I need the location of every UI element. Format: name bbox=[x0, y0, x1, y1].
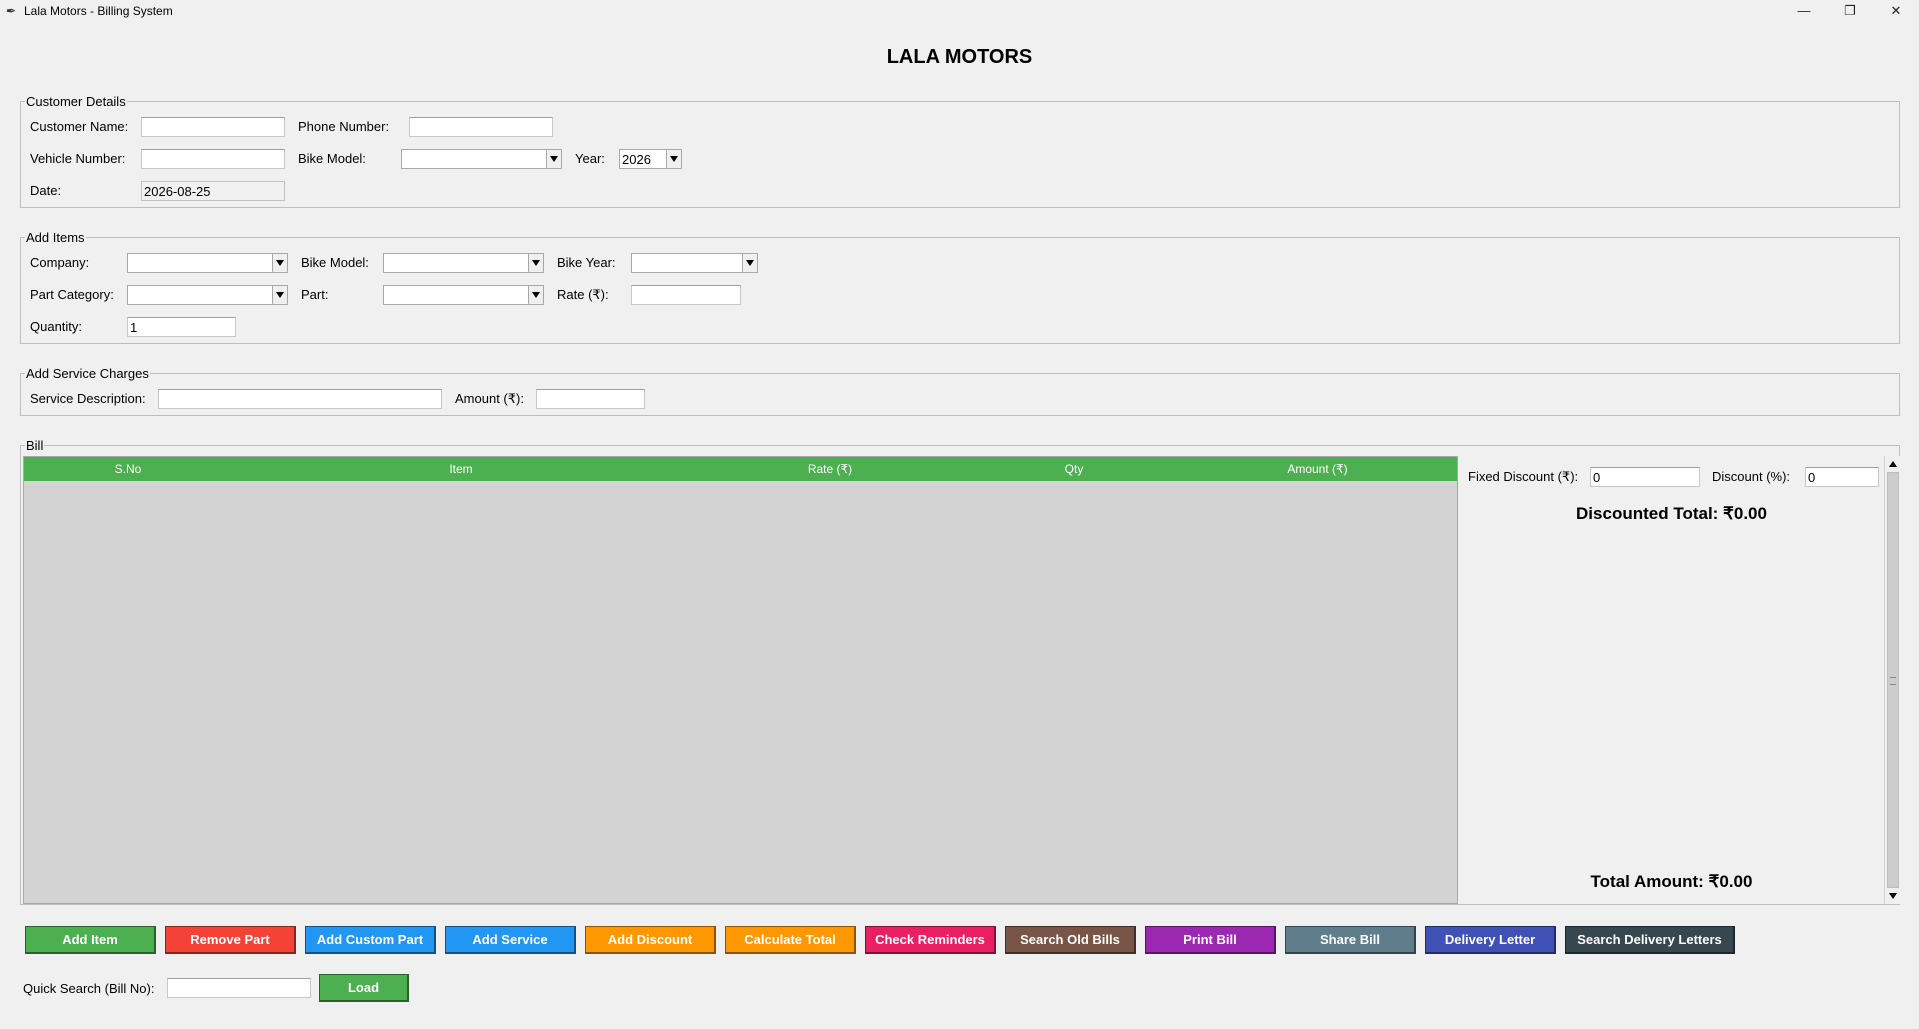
bike-model-combobox[interactable] bbox=[401, 149, 562, 169]
year-combobox[interactable]: 2026 bbox=[619, 149, 682, 169]
scroll-down-arrow-icon[interactable] bbox=[1887, 890, 1899, 902]
discount-percent-input[interactable] bbox=[1805, 467, 1879, 487]
customer-name-input[interactable] bbox=[141, 117, 285, 137]
column-header-sno[interactable]: S.No bbox=[24, 457, 232, 481]
part-category-combobox[interactable] bbox=[127, 285, 288, 305]
discount-percent-label: Discount (%): bbox=[1712, 469, 1791, 484]
bike-year-label: Bike Year: bbox=[557, 255, 616, 270]
column-header-qty[interactable]: Qty bbox=[970, 457, 1178, 481]
vehicle-number-input[interactable] bbox=[141, 149, 285, 169]
discounted-total: Discounted Total: ₹0.00 bbox=[1576, 504, 1767, 523]
close-button[interactable]: ✕ bbox=[1873, 0, 1919, 22]
check-reminders-button[interactable]: Check Reminders bbox=[865, 926, 996, 954]
part-combobox[interactable] bbox=[383, 285, 544, 305]
bill-table-header: S.No Item Rate (₹) Qty Amount (₹) bbox=[24, 457, 1457, 481]
company-label: Company: bbox=[30, 255, 90, 270]
date-field bbox=[141, 181, 285, 201]
column-header-item[interactable]: Item bbox=[232, 457, 690, 481]
vertical-scrollbar[interactable] bbox=[1884, 456, 1900, 904]
print-bill-button[interactable]: Print Bill bbox=[1145, 926, 1276, 954]
item-bike-model-label: Bike Model: bbox=[301, 255, 369, 270]
add-discount-button[interactable]: Add Discount bbox=[585, 926, 716, 954]
search-delivery-letters-button[interactable]: Search Delivery Letters bbox=[1565, 926, 1735, 954]
service-description-label: Service Description: bbox=[30, 391, 146, 406]
chevron-down-icon[interactable] bbox=[272, 286, 287, 304]
chevron-down-icon[interactable] bbox=[528, 254, 543, 272]
bike-model-label: Bike Model: bbox=[298, 151, 366, 166]
quick-search-label: Quick Search (Bill No): bbox=[23, 981, 155, 996]
customer-details-legend: Customer Details bbox=[26, 94, 126, 109]
service-amount-label: Amount (₹): bbox=[455, 391, 524, 406]
quick-search-input[interactable] bbox=[167, 978, 311, 998]
load-button[interactable]: Load bbox=[319, 974, 409, 1002]
customer-name-label: Customer Name: bbox=[30, 119, 129, 134]
chevron-down-icon[interactable] bbox=[272, 254, 287, 272]
column-header-rate[interactable]: Rate (₹) bbox=[690, 457, 970, 481]
share-bill-button[interactable]: Share Bill bbox=[1285, 926, 1416, 954]
totals-panel: Fixed Discount (₹): Discount (%): Discou… bbox=[1460, 456, 1883, 904]
delivery-letter-button[interactable]: Delivery Letter bbox=[1425, 926, 1556, 954]
scrollbar-thumb[interactable] bbox=[1887, 472, 1899, 888]
add-service-button[interactable]: Add Service bbox=[445, 926, 576, 954]
item-bike-model-combobox[interactable] bbox=[383, 253, 544, 273]
app-heading: LALA MOTORS bbox=[886, 46, 1033, 68]
window-title: Lala Motors - Billing System bbox=[24, 4, 173, 18]
minimize-button[interactable]: — bbox=[1781, 0, 1827, 22]
year-label: Year: bbox=[575, 151, 605, 166]
scroll-up-arrow-icon[interactable] bbox=[1887, 458, 1899, 470]
calculate-total-button[interactable]: Calculate Total bbox=[725, 926, 856, 954]
remove-part-button[interactable]: Remove Part bbox=[165, 926, 296, 954]
fixed-discount-input[interactable] bbox=[1590, 467, 1700, 487]
chevron-down-icon[interactable] bbox=[666, 150, 681, 168]
chevron-down-icon[interactable] bbox=[742, 254, 757, 272]
add-items-legend: Add Items bbox=[26, 230, 85, 245]
service-description-input[interactable] bbox=[158, 389, 442, 409]
part-label: Part: bbox=[301, 287, 329, 302]
bike-year-combobox[interactable] bbox=[631, 253, 758, 273]
rate-label: Rate (₹): bbox=[557, 287, 609, 302]
grip-icon bbox=[1890, 677, 1896, 685]
service-amount-input[interactable] bbox=[536, 389, 645, 409]
date-label: Date: bbox=[30, 183, 62, 198]
bill-legend: Bill bbox=[26, 438, 44, 453]
quantity-input[interactable] bbox=[127, 317, 236, 337]
phone-number-input[interactable] bbox=[409, 117, 553, 137]
add-custom-part-button[interactable]: Add Custom Part bbox=[305, 926, 436, 954]
year-value: 2026 bbox=[622, 152, 651, 167]
title-bar: ✒ Lala Motors - Billing System — ❐ ✕ bbox=[0, 0, 1919, 22]
rate-input[interactable] bbox=[631, 285, 741, 305]
restore-button[interactable]: ❐ bbox=[1827, 0, 1873, 22]
feather-icon: ✒ bbox=[6, 4, 17, 18]
chevron-down-icon[interactable] bbox=[528, 286, 543, 304]
phone-number-label: Phone Number: bbox=[298, 119, 390, 134]
company-combobox[interactable] bbox=[127, 253, 288, 273]
chevron-down-icon[interactable] bbox=[546, 150, 561, 168]
search-old-bills-button[interactable]: Search Old Bills bbox=[1005, 926, 1136, 954]
service-charges-legend: Add Service Charges bbox=[26, 366, 149, 381]
total-amount: Total Amount: ₹0.00 bbox=[1590, 872, 1753, 891]
fixed-discount-label: Fixed Discount (₹): bbox=[1468, 469, 1579, 484]
add-item-button[interactable]: Add Item bbox=[25, 926, 156, 954]
bill-table[interactable]: S.No Item Rate (₹) Qty Amount (₹) bbox=[23, 456, 1458, 904]
vehicle-number-label: Vehicle Number: bbox=[30, 151, 126, 166]
quantity-label: Quantity: bbox=[30, 319, 83, 334]
column-header-amount[interactable]: Amount (₹) bbox=[1178, 457, 1457, 481]
part-category-label: Part Category: bbox=[30, 287, 114, 302]
